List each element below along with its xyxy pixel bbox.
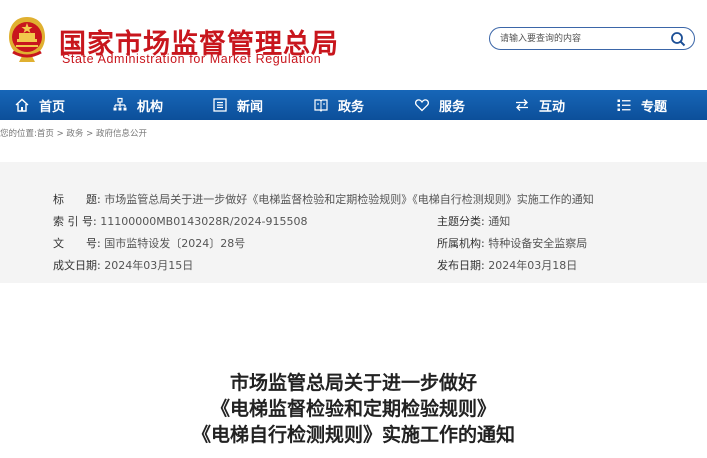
info-title-row: 标 题: 市场监管总局关于进一步做好《电梯监督检验和定期检验规则》《电梯自行检测… — [53, 191, 594, 207]
nav-label: 新闻 — [237, 99, 264, 115]
info-category-row: 主题分类: 通知 — [437, 213, 510, 229]
heart-icon — [414, 97, 430, 113]
list-icon — [616, 97, 632, 113]
affairs-icon — [313, 97, 329, 113]
nav-item-home[interactable]: 首页 — [14, 90, 65, 120]
nav-item-org[interactable]: 机构 — [112, 90, 163, 120]
news-icon — [212, 97, 228, 113]
exchange-icon — [514, 97, 530, 113]
search-icon[interactable] — [670, 31, 686, 47]
nav-label: 政务 — [338, 99, 365, 115]
main-nav: 首页 机构 新闻 政务 服务 互动 专题 — [0, 90, 707, 120]
info-pub-label: 发布日期: — [437, 259, 485, 272]
info-index-row: 索 引 号: 11100000MB0143028R/2024-915508 — [53, 213, 308, 229]
breadcrumb-affairs[interactable]: 政务 — [66, 129, 83, 139]
article-title-line-2: 《电梯监督检验和定期检验规则》 — [210, 398, 496, 420]
org-icon — [112, 97, 128, 113]
breadcrumb-gov-info[interactable]: 政府信息公开 — [96, 129, 147, 139]
nav-item-affairs[interactable]: 政务 — [313, 90, 364, 120]
info-category-label: 主题分类: — [437, 215, 485, 228]
breadcrumb-home[interactable]: 首页 — [37, 129, 54, 139]
breadcrumb-prefix: 您的位置: — [0, 129, 37, 139]
info-org-row: 所属机构: 特种设备安全监察局 — [437, 235, 587, 251]
site-header: 国家市场监督管理总局 State Administration for Mark… — [0, 0, 707, 90]
info-org-label: 所属机构: — [437, 237, 485, 250]
nav-label: 服务 — [439, 99, 466, 115]
info-title-value: 市场监管总局关于进一步做好《电梯监督检验和定期检验规则》《电梯自行检测规则》实施… — [104, 193, 594, 206]
info-index-value: 11100000MB0143028R/2024-915508 — [100, 215, 308, 228]
site-title-english: State Administration for Market Regulati… — [62, 52, 322, 66]
info-category-value: 通知 — [488, 215, 511, 228]
document-info-box: 标 题: 市场监管总局关于进一步做好《电梯监督检验和定期检验规则》《电梯自行检测… — [0, 162, 707, 283]
info-org-value: 特种设备安全监察局 — [488, 237, 588, 250]
national-emblem-icon[interactable] — [5, 14, 49, 64]
info-index-label: 索 引 号: — [53, 215, 97, 228]
info-pub-value: 2024年03月18日 — [488, 259, 578, 272]
info-doc-label: 文 号: — [53, 237, 101, 250]
nav-label: 机构 — [137, 99, 164, 115]
article-title-line-3: 《电梯自行检测规则》实施工作的通知 — [191, 424, 515, 446]
breadcrumb-separator: > — [53, 129, 67, 139]
article-title-line-1: 市场监管总局关于进一步做好 — [229, 372, 477, 394]
info-doc-row: 文 号: 国市监特设发〔2024〕28号 — [53, 235, 245, 251]
nav-label: 互动 — [539, 99, 566, 115]
info-title-label: 标 题: — [53, 193, 101, 206]
info-date-row: 成文日期: 2024年03月15日 — [53, 257, 193, 273]
nav-item-news[interactable]: 新闻 — [212, 90, 263, 120]
nav-label: 专题 — [641, 99, 668, 115]
nav-item-service[interactable]: 服务 — [414, 90, 465, 120]
nav-item-interact[interactable]: 互动 — [514, 90, 565, 120]
nav-item-topics[interactable]: 专题 — [616, 90, 667, 120]
info-date-value: 2024年03月15日 — [104, 259, 194, 272]
info-date-label: 成文日期: — [53, 259, 101, 272]
breadcrumb: 您的位置:首页 > 政务 > 政府信息公开 — [0, 127, 147, 139]
info-doc-value: 国市监特设发〔2024〕28号 — [104, 237, 246, 250]
home-icon — [14, 97, 30, 113]
nav-label: 首页 — [39, 99, 66, 115]
info-pub-row: 发布日期: 2024年03月18日 — [437, 257, 577, 273]
search-input[interactable] — [500, 31, 660, 47]
search-box — [489, 27, 695, 50]
breadcrumb-separator: > — [83, 129, 96, 139]
